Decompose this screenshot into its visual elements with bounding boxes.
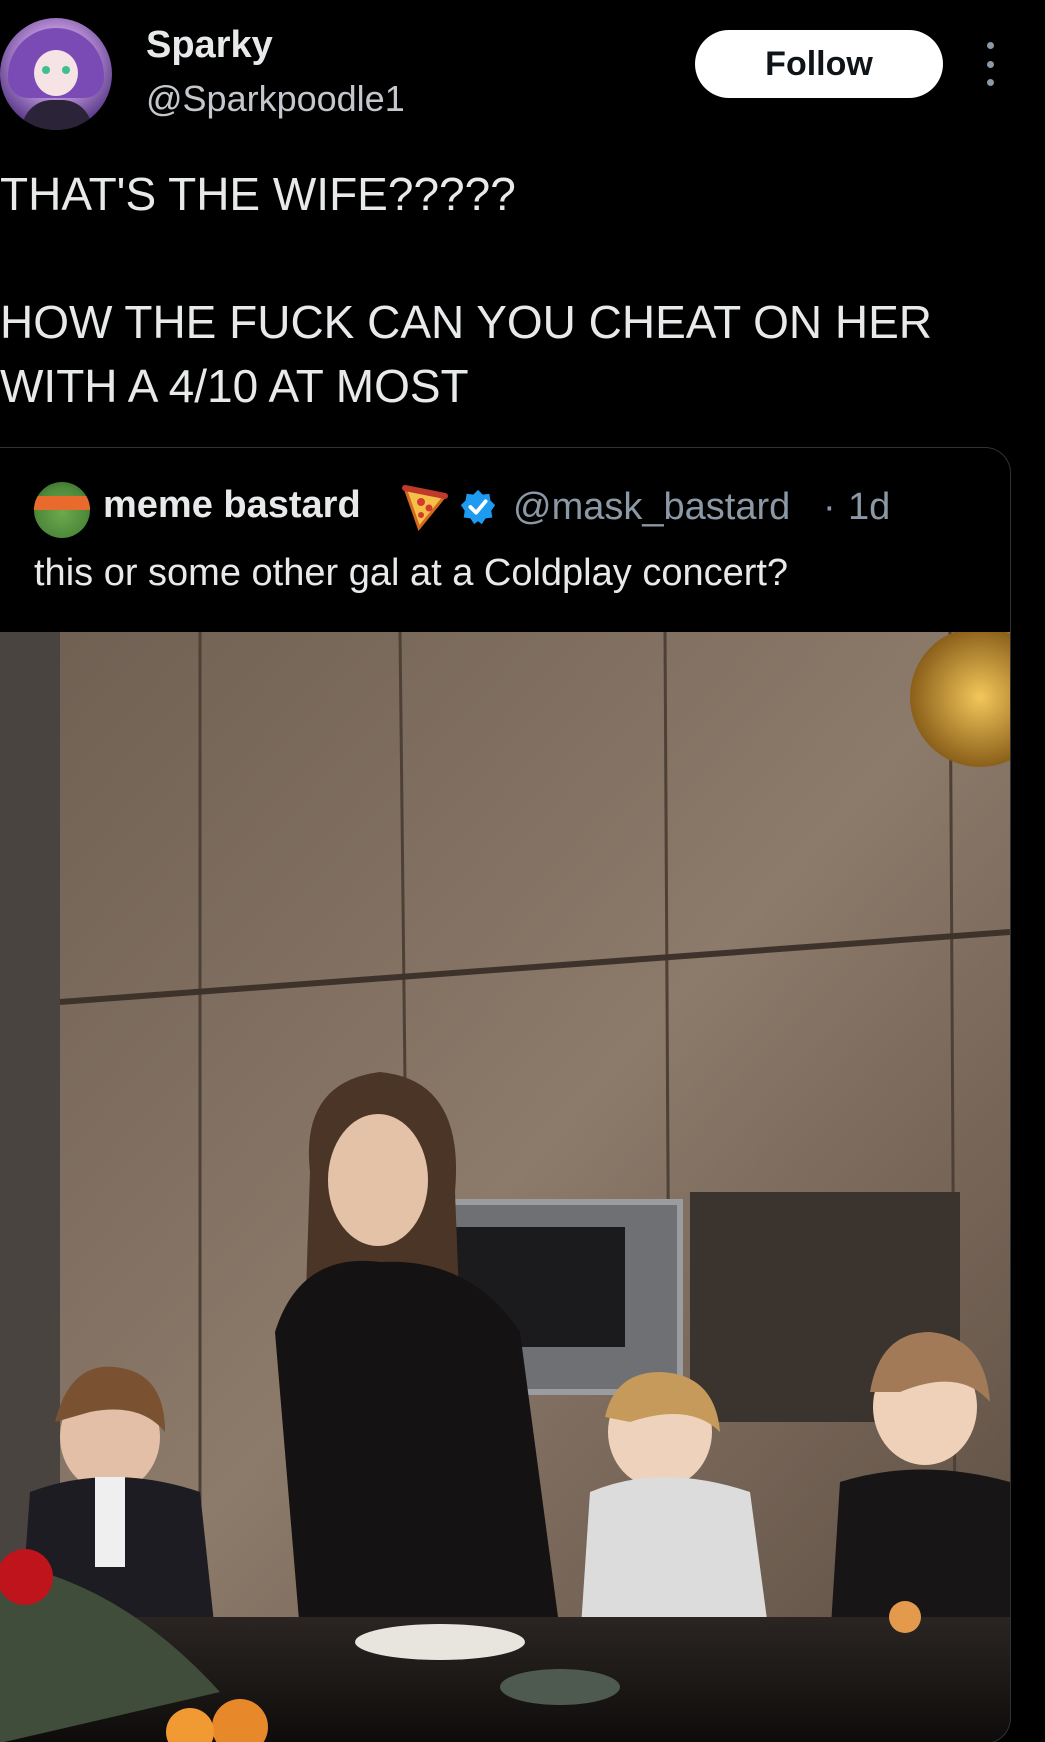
more-vertical-icon[interactable] bbox=[976, 42, 1004, 86]
verified-badge-icon bbox=[460, 489, 496, 525]
separator-dot: · bbox=[823, 486, 836, 528]
quoted-author-handle[interactable]: @mask_bastard bbox=[513, 486, 790, 529]
quoted-tweet-photo[interactable] bbox=[0, 632, 1010, 1742]
quoted-tweet-text: this or some other gal at a Coldplay con… bbox=[34, 552, 789, 594]
follow-button[interactable]: Follow bbox=[695, 30, 943, 98]
quoted-timestamp[interactable]: 1d bbox=[848, 486, 890, 529]
quoted-author-avatar[interactable] bbox=[34, 482, 90, 538]
author-avatar[interactable] bbox=[0, 18, 112, 130]
tweet-page: Sparky @Sparkpoodle1 Follow THAT'S THE W… bbox=[0, 0, 1045, 1742]
quoted-tweet[interactable]: meme bastard @mask_bastard · 1d this or … bbox=[0, 447, 1011, 1742]
author-handle[interactable]: @Sparkpoodle1 bbox=[146, 78, 405, 120]
pizza-icon bbox=[402, 485, 448, 532]
quoted-author-name[interactable]: meme bastard bbox=[103, 484, 361, 527]
tweet-text: THAT'S THE WIFE????? HOW THE FUCK CAN YO… bbox=[0, 168, 933, 412]
author-display-name[interactable]: Sparky bbox=[146, 24, 273, 67]
